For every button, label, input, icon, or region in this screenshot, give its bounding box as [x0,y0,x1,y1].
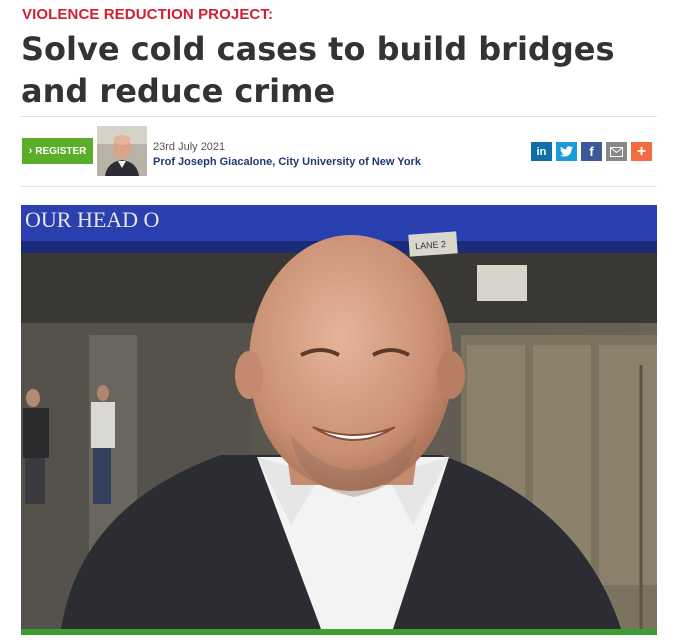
facebook-icon[interactable]: f [581,142,602,161]
divider-top [21,116,657,117]
accent-bar [21,629,657,635]
plus-icon[interactable]: + [631,142,652,161]
register-label: REGISTER [35,145,87,157]
author-link[interactable]: Prof Joseph Giacalone, City University o… [153,156,421,168]
linkedin-icon[interactable]: in [531,142,552,161]
email-icon[interactable] [606,142,627,161]
author-avatar[interactable] [97,126,147,176]
share-bar: in f + [531,142,652,161]
twitter-icon[interactable] [556,142,577,161]
section-kicker[interactable]: VIOLENCE REDUCTION PROJECT: [22,6,273,23]
register-button[interactable]: › REGISTER [22,138,93,164]
publish-date: 23rd July 2021 [153,141,226,153]
divider-bottom [21,186,657,187]
hero-photo: OUR HEAD O LANE 2 [21,205,657,629]
chevron-right-icon: › [28,144,33,157]
article-title: Solve cold cases to build bridges and re… [21,30,615,110]
marquee-sign-text: OUR HEAD O [25,207,159,232]
